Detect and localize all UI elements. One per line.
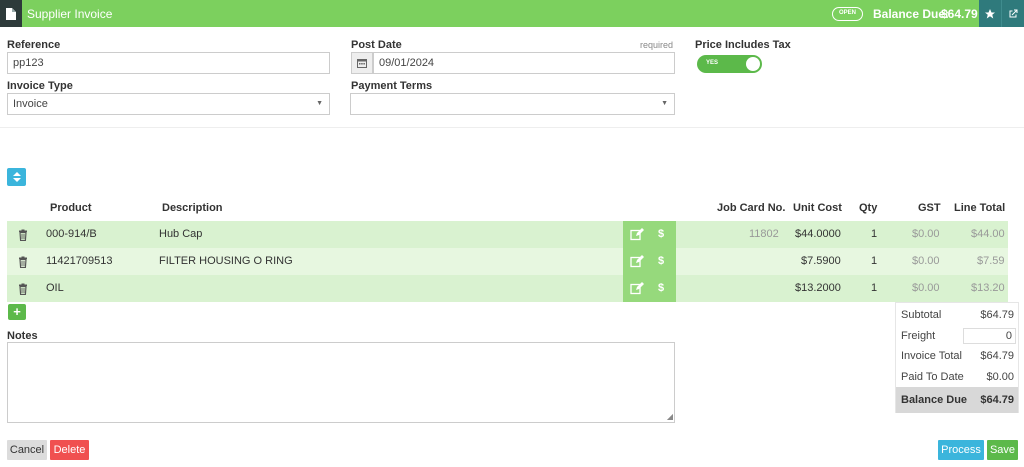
invoice-type-label: Invoice Type [7,80,73,92]
reference-label: Reference [7,39,61,51]
cell-line-total: $13.20 [971,282,1005,294]
edit-icon[interactable] [630,228,644,241]
cell-line-total: $44.00 [971,228,1005,240]
table-row: OIL $ $13.2000 1 $0.00 $13.20 [7,275,1008,302]
reorder-button[interactable] [7,168,26,186]
paid-to-date-value: $0.00 [986,371,1014,383]
edit-icon[interactable] [630,255,644,268]
edit-icon[interactable] [630,282,644,295]
cell-gst: $0.00 [912,282,940,294]
col-header-gst: GST [918,202,941,214]
required-hint: required [640,40,674,50]
title-bar: Supplier Invoice OPEN Balance Due: $64.7… [0,0,1024,27]
cell-product: 11421709513 [46,255,113,267]
row-actions: $ [623,275,676,302]
document-icon [0,0,22,27]
toggle-knob [746,57,760,71]
balance-due-value: $64.79 [941,7,978,21]
dropdown-caret-icon: ▼ [316,100,323,107]
freight-input[interactable]: 0 [963,328,1016,344]
price-includes-tax-toggle[interactable]: YES [697,55,762,73]
paid-to-date-row: Paid To Date $0.00 [896,367,1018,387]
cell-qty: 1 [871,255,878,267]
cell-qty: 1 [871,282,878,294]
notes-textarea[interactable]: ◢ [7,342,675,423]
resize-grip-icon[interactable]: ◢ [667,412,673,421]
subtotal-row: Subtotal $64.79 [896,305,1018,325]
row-actions: $ [623,248,676,275]
toggle-state: YES [706,60,719,66]
cell-unit-cost: $44.0000 [795,228,841,240]
invoice-type-value: Invoice [13,98,48,110]
delete-button[interactable]: Delete [50,440,89,460]
open-external-button[interactable] [1001,0,1024,27]
invoice-total-row: Invoice Total $64.79 [896,346,1018,366]
cell-product: OIL [46,282,64,294]
external-link-icon [1009,9,1018,17]
favorite-button[interactable] [979,0,1001,27]
dropdown-caret-icon: ▼ [661,100,668,107]
process-button[interactable]: Process [938,440,984,460]
table-row: 11421709513 FILTER HOUSING O RING $ $7.5… [7,248,1008,275]
subtotal-value: $64.79 [980,309,1014,321]
balance-due-total-value: $64.79 [980,394,1014,406]
totals-panel: Subtotal $64.79 Freight 0 Invoice Total … [895,302,1019,413]
price-includes-tax-label: Price Includes Tax [695,39,791,51]
cell-product: 000-914/B [46,228,97,240]
payment-terms-select[interactable]: ▼ [350,93,675,115]
balance-due-total-label: Balance Due [901,394,968,406]
post-date-label: Post Date [351,39,402,51]
cost-button[interactable]: $ [658,275,664,302]
cell-description: FILTER HOUSING O RING [159,255,293,267]
row-actions: $ [623,221,676,248]
cell-gst: $0.00 [912,228,940,240]
cost-button[interactable]: $ [658,248,664,275]
invoice-total-value: $64.79 [980,350,1014,362]
status-badge: OPEN [832,7,863,21]
cell-gst: $0.00 [912,255,940,267]
col-header-unit-cost: Unit Cost [793,202,842,214]
cell-line-total: $7.59 [977,255,1005,267]
trash-icon[interactable] [17,283,29,295]
table-row: 000-914/B Hub Cap $ 11802 $44.0000 1 $0.… [7,221,1008,248]
section-divider [0,127,1024,128]
col-header-description: Description [162,202,223,214]
col-header-job-card: Job Card No. [717,202,786,214]
paid-to-date-label: Paid To Date [901,371,964,383]
invoice-type-select[interactable]: Invoice ▼ [7,93,330,115]
notes-label: Notes [7,330,38,342]
save-button[interactable]: Save [987,440,1018,460]
reference-input[interactable]: pp123 [7,52,330,74]
col-header-qty: Qty [859,202,878,214]
sort-icon [12,172,21,182]
freight-row: Freight 0 [896,326,1018,346]
subtotal-label: Subtotal [901,309,942,321]
col-header-product: Product [50,202,92,214]
balance-due-row: Balance Due $64.79 [896,387,1018,413]
cell-qty: 1 [871,228,878,240]
page-title: Supplier Invoice [27,7,113,21]
cancel-button[interactable]: Cancel [7,440,47,460]
col-header-line-total: Line Total [954,202,1006,214]
cost-button[interactable]: $ [658,221,664,248]
cell-unit-cost: $7.5900 [801,255,841,267]
post-date-input[interactable]: 09/01/2024 [373,52,675,74]
freight-label: Freight [901,330,936,342]
trash-icon[interactable] [17,256,29,268]
balance-due-label: Balance Due: [873,7,950,21]
star-icon [985,8,995,18]
payment-terms-label: Payment Terms [351,80,433,92]
trash-icon[interactable] [17,229,29,241]
invoice-total-label: Invoice Total [901,350,962,362]
cell-job-card: 11802 [749,228,779,240]
calendar-icon[interactable] [351,52,373,74]
add-line-button[interactable]: + [8,304,26,320]
cell-unit-cost: $13.2000 [795,282,841,294]
cell-description: Hub Cap [159,228,203,240]
